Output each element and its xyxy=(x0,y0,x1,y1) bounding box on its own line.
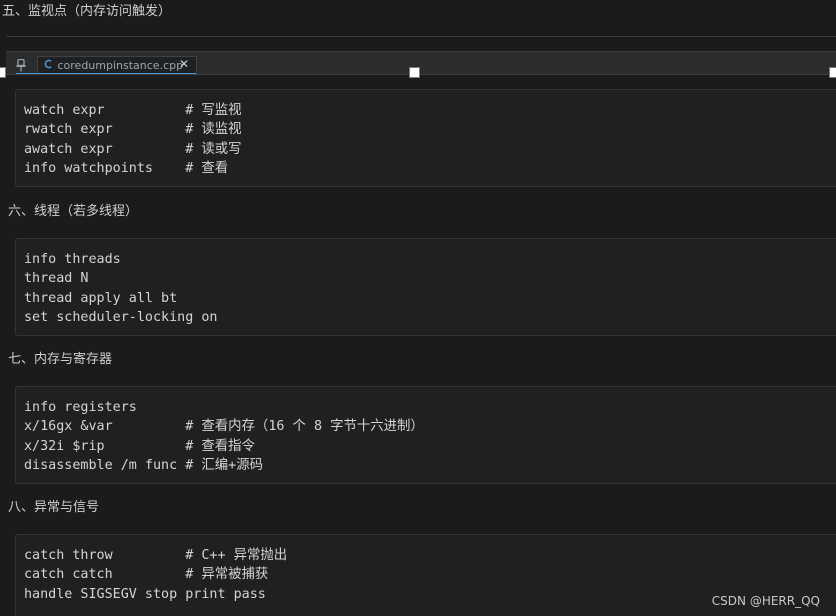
code-line: awatch expr # 读或写 xyxy=(24,141,242,157)
code-line: info watchpoints # 查看 xyxy=(24,160,229,176)
code-block-watchpoints: watch expr # 写监视 rwatch expr # 读监视 awatc… xyxy=(15,89,836,187)
section-heading-exceptions-signals: 八、异常与信号 xyxy=(8,500,100,515)
code-line: x/16gx &var # 查看内存（16 个 8 字节十六进制） xyxy=(24,419,424,435)
editor-tab-label: coredumpinstance.cpp xyxy=(57,59,184,72)
csdn-watermark: CSDN @HERR_QQ xyxy=(711,594,820,608)
code-line: info registers xyxy=(24,400,137,415)
resize-handle-left[interactable] xyxy=(0,67,6,78)
resize-handle-middle[interactable] xyxy=(409,67,420,78)
code-line: set scheduler-locking on xyxy=(24,309,218,325)
code-block-threads: info threads thread N thread apply all b… xyxy=(15,238,836,336)
code-line: catch catch # 异常被捕获 xyxy=(24,567,269,583)
pin-icon[interactable] xyxy=(15,57,29,72)
editor-tab-bar: coredumpinstance.cpp ✕ xyxy=(6,51,836,75)
section-heading-watchpoints: 五、监视点（内存访问触发） xyxy=(2,4,172,19)
cpp-file-icon xyxy=(44,59,54,73)
code-line: thread apply all bt xyxy=(24,290,178,306)
section-heading-threads: 六、线程（若多线程） xyxy=(8,204,139,219)
code-block-memory-registers: info registers x/16gx &var # 查看内存（16 个 8… xyxy=(15,386,836,484)
article-page: 五、监视点（内存访问触发） watch expr # 写监视 rwatch ex… xyxy=(0,0,836,616)
code-line: thread N xyxy=(24,271,89,287)
close-icon[interactable]: ✕ xyxy=(179,58,189,70)
code-line: catch throw # C++ 异常抛出 xyxy=(24,548,288,563)
section-divider xyxy=(6,36,836,37)
section-heading-memory-registers: 七、内存与寄存器 xyxy=(8,352,113,367)
code-line: disassemble /m func # 汇编+源码 xyxy=(24,457,263,473)
code-line: rwatch expr # 读监视 xyxy=(24,122,242,138)
resize-handle-right[interactable] xyxy=(829,67,836,78)
active-tab-indicator xyxy=(16,73,196,74)
code-line: x/32i $rip # 查看指令 xyxy=(24,438,255,454)
code-line: info threads xyxy=(24,252,121,267)
code-line: watch expr # 写监视 xyxy=(24,103,242,118)
